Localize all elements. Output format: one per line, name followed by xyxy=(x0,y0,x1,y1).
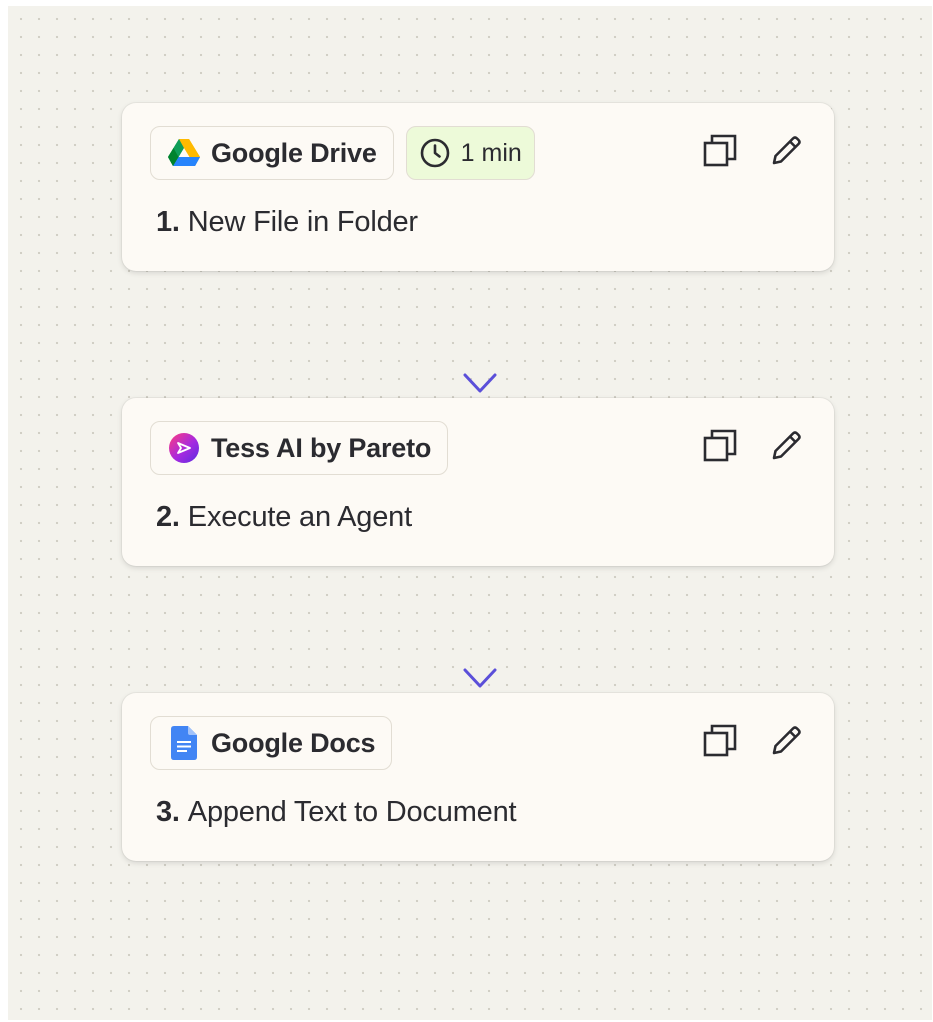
step-3-tags: Google Docs xyxy=(150,716,393,770)
step-card-2[interactable]: Tess AI by Pareto 2. Execute an Agent xyxy=(122,398,834,566)
step-name: New File in Folder xyxy=(187,206,418,238)
copy-icon xyxy=(702,133,738,174)
duplicate-step-button[interactable] xyxy=(700,133,740,173)
step-2-tags: Tess AI by Pareto xyxy=(150,421,449,475)
step-name: Execute an Agent xyxy=(187,501,412,533)
step-card-3[interactable]: Google Docs 3. Append Text to Document xyxy=(122,693,834,861)
edit-step-button[interactable] xyxy=(766,723,806,763)
delay-chip[interactable]: 1 min xyxy=(405,126,535,180)
clock-icon xyxy=(418,136,452,170)
app-name: Tess AI by Pareto xyxy=(211,432,432,463)
pencil-icon xyxy=(768,723,804,764)
copy-icon xyxy=(702,428,738,469)
edit-step-button[interactable] xyxy=(766,133,806,173)
step-name: Append Text to Document xyxy=(187,796,517,828)
connector-1 xyxy=(462,280,498,398)
delay-text: 1 min xyxy=(460,138,522,167)
edit-step-button[interactable] xyxy=(766,428,806,468)
step-number: 3. xyxy=(156,796,180,828)
copy-icon xyxy=(702,723,738,764)
workflow-canvas: Google Drive 1 min 1. New File in Folder… xyxy=(8,6,932,1020)
step-title: 3. Append Text to Document xyxy=(156,796,517,829)
google-docs-icon xyxy=(167,726,201,760)
connector-2 xyxy=(462,575,498,693)
app-name: Google Docs xyxy=(211,727,376,758)
step-title: 2. Execute an Agent xyxy=(156,501,412,534)
step-card-1[interactable]: Google Drive 1 min 1. New File in Folder xyxy=(122,103,834,271)
google-drive-icon xyxy=(167,136,201,170)
app-name: Google Drive xyxy=(211,137,377,168)
app-chip-tess-ai[interactable]: Tess AI by Pareto xyxy=(150,421,449,475)
step-1-tags: Google Drive 1 min xyxy=(150,126,535,180)
duplicate-step-button[interactable] xyxy=(700,428,740,468)
tess-ai-icon xyxy=(167,431,201,465)
step-1-actions xyxy=(700,133,806,173)
app-chip-google-docs[interactable]: Google Docs xyxy=(150,716,393,770)
pencil-icon xyxy=(768,133,804,174)
step-3-actions xyxy=(700,723,806,763)
step-2-actions xyxy=(700,428,806,468)
step-number: 1. xyxy=(156,206,180,238)
duplicate-step-button[interactable] xyxy=(700,723,740,763)
app-chip-google-drive[interactable]: Google Drive xyxy=(150,126,394,180)
step-title: 1. New File in Folder xyxy=(156,206,418,239)
pencil-icon xyxy=(768,428,804,469)
step-number: 2. xyxy=(156,501,180,533)
